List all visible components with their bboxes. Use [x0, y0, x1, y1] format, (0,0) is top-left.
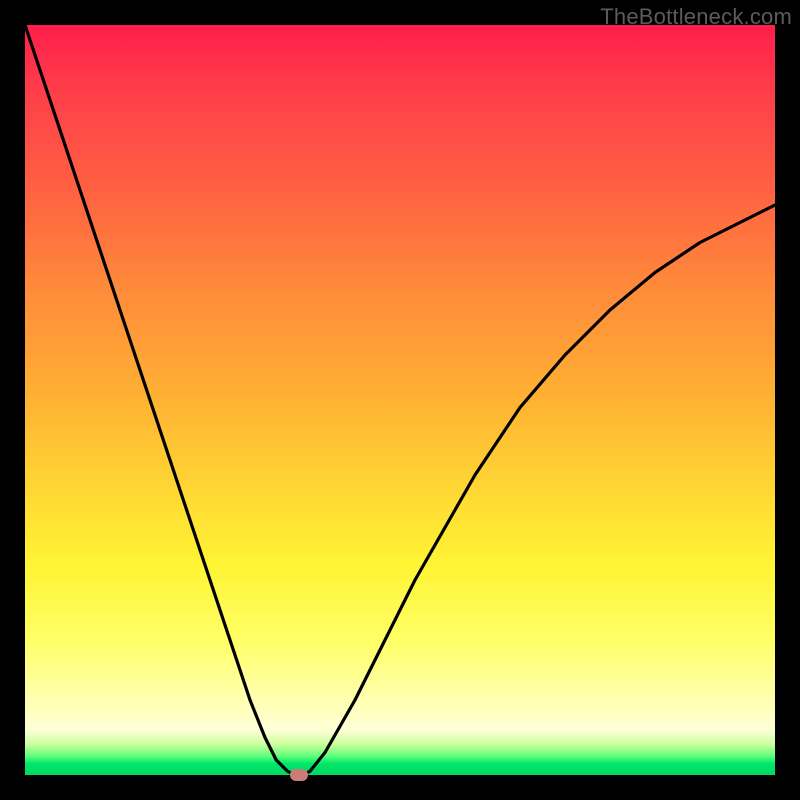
curve-layer	[25, 25, 775, 775]
bottleneck-curve	[25, 25, 775, 775]
optimal-point-marker	[290, 769, 308, 781]
plot-area	[25, 25, 775, 775]
